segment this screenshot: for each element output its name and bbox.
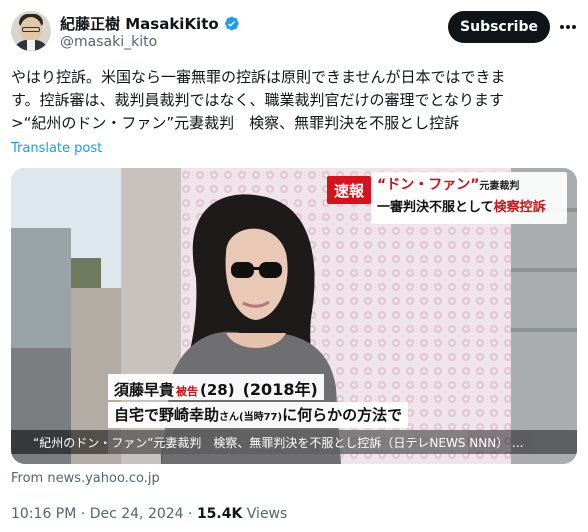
- post-time[interactable]: 10:16 PM: [11, 506, 76, 522]
- post-meta: 10:16 PM · Dec 24, 2024 · 15.4K Views: [11, 506, 287, 522]
- caption-line1-b: に何らかの方法で: [282, 406, 403, 424]
- post-date[interactable]: Dec 24, 2024: [90, 506, 184, 522]
- meta-separator: ·: [188, 506, 193, 522]
- headline-small: 元妻裁判: [479, 181, 520, 192]
- tweet-text: やはり控訴。米国なら一審無罪の控訴は原則できませんが日本ではできま す。控訴審は…: [11, 66, 581, 135]
- meta-separator: ·: [80, 506, 86, 522]
- views-label: Views: [246, 506, 288, 522]
- author-display-name[interactable]: 紀藤正樹 MasakiKito: [60, 13, 219, 34]
- caption-name-box: 須藤早貴 被告 (28) (2018年): [108, 374, 324, 400]
- avatar-glasses: [22, 27, 40, 32]
- caption-year: (2018年): [242, 380, 318, 399]
- news-video-card[interactable]: 速報 “ドン・ファン”元妻裁判 一審判決不服として検察控訴 須藤早貴 被告 (2…: [11, 168, 577, 464]
- translate-post-link[interactable]: Translate post: [11, 141, 102, 156]
- headline2-prefix: 一審判決不服として: [377, 200, 494, 215]
- tweet-text-line: >“紀州のドン・ファン”元妻裁判 検察、無罪判決を不服とし控訴: [11, 114, 460, 132]
- headline-main: “ドン・ファン”: [377, 177, 480, 193]
- link-source[interactable]: From news.yahoo.co.jp: [11, 471, 160, 486]
- author-avatar[interactable]: [11, 11, 51, 51]
- views-count: 15.4K: [196, 506, 243, 522]
- caption-role: 被告: [176, 385, 199, 398]
- caption-line1-small: さん(当時77): [219, 412, 283, 423]
- tweet-text-line: やはり控訴。米国なら一審無罪の控訴は原則できませんが日本ではできま: [11, 68, 506, 86]
- caption-line1: 自宅で野崎幸助さん(当時77)に何らかの方法で: [108, 402, 409, 428]
- caption-age: (28): [200, 381, 235, 399]
- caption-line1-a: 自宅で野崎幸助: [114, 406, 220, 424]
- more-horizontal-icon[interactable]: [557, 16, 579, 38]
- news-headline-box: “ドン・ファン”元妻裁判 一審判決不服として検察控訴: [371, 172, 567, 224]
- headline-line2: 一審判決不服として検察控訴: [377, 196, 561, 215]
- verified-badge-icon: [224, 16, 239, 31]
- author-name-row[interactable]: 紀藤正樹 MasakiKito: [60, 13, 240, 34]
- avatar-shirt: [27, 40, 35, 51]
- caption-name: 須藤早貴: [114, 381, 175, 399]
- headline2-red: 検察控訴: [493, 200, 546, 215]
- subscribe-button[interactable]: Subscribe: [448, 11, 550, 43]
- breaking-news-badge: 速報: [327, 176, 371, 204]
- tweet-text-line: す。控訴審は、裁判員裁判ではなく、職業裁判官だけの審理でとなります: [11, 91, 505, 109]
- headline-line1: “ドン・ファン”元妻裁判: [377, 174, 561, 194]
- video-title[interactable]: “紀州のドン・ファン”元妻裁判 検察、無罪判決を不服とし控訴（日テレNEWS N…: [33, 434, 523, 451]
- author-handle[interactable]: @masaki_kito: [60, 34, 157, 50]
